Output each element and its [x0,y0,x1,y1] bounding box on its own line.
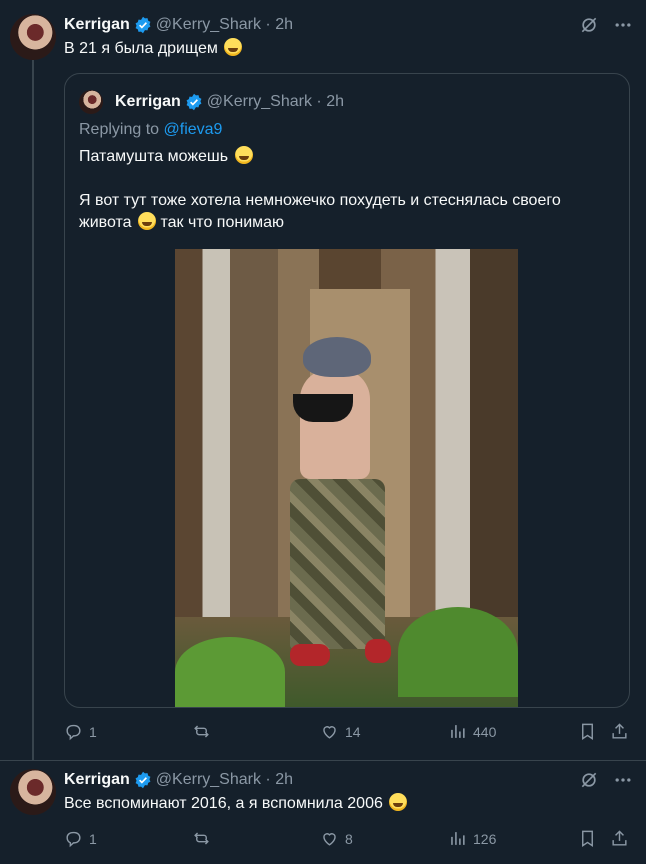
reply-icon [66,831,81,848]
post-photo[interactable] [175,249,518,707]
share-icon [612,830,627,846]
quote-author-avatar [79,90,103,114]
post-text: Все вспоминают 2016, а я вспомнила 2006 [64,793,408,815]
post-time[interactable]: 2h [275,16,293,34]
quote-line1: Патамушта можешь [79,148,229,165]
author-avatar[interactable] [10,14,56,60]
post-text-content: Все вспоминают 2016, а я вспомнила 2006 [64,795,383,812]
author-name[interactable]: Kerrigan [64,16,130,34]
replying-label: Replying to [79,121,160,138]
separator-dot: · [260,16,276,33]
post-text: В 21 я была дрищем [64,38,243,60]
reply-count: 1 [89,830,97,847]
heart-icon [323,726,336,739]
quote-header: Kerrigan @Kerry_Shark · 2h [79,90,344,114]
photo-shoe-right [365,639,391,663]
views-button[interactable]: 126 [448,829,496,848]
share-button[interactable] [610,829,633,848]
post-actions: 1 14 440 [64,722,630,744]
author-handle[interactable]: @Kerry_Shark [156,771,261,789]
bookmark-icon [582,830,593,847]
like-count: 14 [345,723,361,740]
quoted-post[interactable]: Kerrigan @Kerry_Shark · 2h Replying to @… [64,73,630,708]
post-time[interactable]: 2h [275,771,293,789]
grin-emoji-icon [224,38,243,56]
bookmark-icon [582,723,593,740]
grok-icon[interactable] [578,769,600,791]
replying-mention[interactable]: @fieva9 [164,121,223,138]
reply-button[interactable]: 1 [64,722,97,741]
quote-text-line1: Патамушта можешь [79,146,253,168]
grin-emoji-icon [389,793,408,811]
verified-badge-icon [135,771,151,789]
photo-pants [290,479,385,649]
like-button[interactable]: 14 [320,722,361,741]
author-name[interactable]: Kerrigan [64,771,130,789]
quote-author-handle: @Kerry_Shark [206,93,312,110]
bookmark-button[interactable] [578,829,601,848]
verified-badge-icon [186,93,202,111]
repost-button[interactable] [192,829,217,848]
like-count: 8 [345,830,353,847]
more-icon[interactable] [612,14,634,36]
quote-time: 2h [326,93,344,110]
like-button[interactable]: 8 [320,829,353,848]
quote-line2b: живота [79,214,132,231]
quote-text-line2: Я вот тут тоже хотела немножечко похудет… [79,190,619,234]
views-icon [451,725,465,738]
share-icon [612,723,627,739]
post[interactable]: Kerrigan @Kerry_Shark · 2h В 21 я была д… [0,0,646,760]
heart-icon [323,833,336,846]
author-handle[interactable]: @Kerry_Shark [156,16,261,34]
post-text-content: В 21 я была дрищем [64,40,218,57]
quote-line2c: так что понимаю [160,214,285,231]
sweat-smile-emoji-icon [138,212,157,230]
views-count: 440 [473,723,497,740]
share-button[interactable] [610,722,633,741]
hug-emoji-icon [234,146,253,164]
quote-line2a: Я вот тут тоже хотела немножечко похудет… [79,192,561,209]
post-header: Kerrigan @Kerry_Shark · 2h [64,770,293,790]
post[interactable]: Kerrigan @Kerry_Shark · 2h Все вспоминаю… [0,760,646,864]
post-actions: 1 8 126 [64,829,630,851]
bookmark-button[interactable] [578,722,601,741]
reply-icon [66,724,81,741]
quote-author-name: Kerrigan [115,93,181,110]
photo-top [293,394,353,422]
post-header: Kerrigan @Kerry_Shark · 2h [64,15,293,35]
repost-icon [194,832,209,845]
photo-figure [300,369,370,479]
thread-line [32,60,34,760]
views-button[interactable]: 440 [448,722,496,741]
photo-plants-right [398,607,518,697]
photo-plants-left [175,637,285,707]
reply-button[interactable]: 1 [64,829,97,848]
replying-to: Replying to @fieva9 [79,121,222,139]
reply-count: 1 [89,723,97,740]
repost-button[interactable] [192,722,217,741]
views-count: 126 [473,830,497,847]
repost-icon [194,725,209,738]
separator-dot: · [260,771,276,788]
views-icon [451,832,465,845]
separator-dot: · [311,93,327,110]
photo-hat [303,337,371,377]
verified-badge-icon [135,16,151,34]
author-avatar[interactable] [10,769,56,815]
grok-icon[interactable] [578,14,600,36]
photo-shoe-left [290,644,330,666]
more-icon[interactable] [612,769,634,791]
